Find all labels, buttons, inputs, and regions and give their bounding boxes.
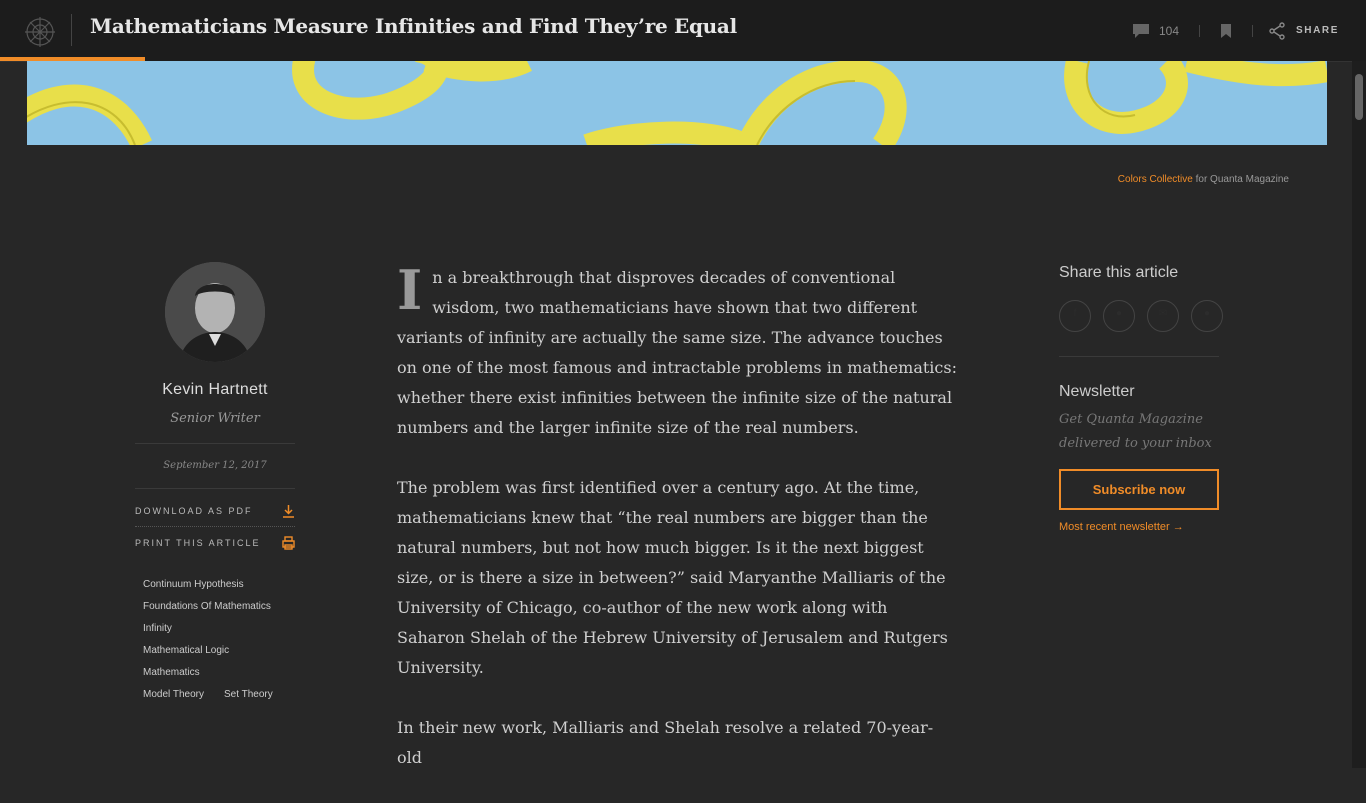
- header-divider: [1199, 25, 1200, 37]
- share-icon[interactable]: [1268, 22, 1286, 40]
- article-paragraph-text: n a breakthrough that disproves decades …: [397, 268, 957, 437]
- hero-image: [27, 61, 1327, 145]
- tag-link[interactable]: Mathematical Logic: [143, 645, 229, 656]
- link-share-button[interactable]: ●: [1191, 300, 1223, 332]
- twitter-share-button[interactable]: ●: [1103, 300, 1135, 332]
- tag-link[interactable]: Mathematics: [143, 667, 200, 678]
- comment-count[interactable]: 104: [1159, 24, 1179, 38]
- recent-newsletter-link[interactable]: Most recent newsletter →: [1059, 521, 1184, 533]
- article-paragraph: In their new work, Malliaris and Shelah …: [397, 718, 934, 767]
- facebook-share-button[interactable]: f: [1059, 300, 1091, 332]
- download-icon: [283, 505, 294, 518]
- divider: [1059, 356, 1219, 357]
- publish-date: September 12, 2017: [163, 460, 267, 471]
- drop-cap: I: [397, 258, 423, 322]
- twitter-icon: ●: [1115, 308, 1123, 319]
- newsletter-heading: Newsletter: [1059, 383, 1135, 400]
- share-button[interactable]: SHARE: [1296, 25, 1339, 36]
- printer-icon: [282, 536, 295, 550]
- article-body: In a breakthrough that disproves decades…: [397, 263, 957, 803]
- author-name[interactable]: Kevin Hartnett: [135, 381, 295, 399]
- article-paragraph: In a breakthrough that disproves decades…: [397, 263, 957, 443]
- tag-link[interactable]: Continuum Hypothesis: [143, 579, 244, 590]
- image-credit-name[interactable]: Colors Collective: [1118, 174, 1193, 185]
- quanta-logo-icon[interactable]: [22, 14, 58, 50]
- article-paragraph: The problem was first identified over a …: [397, 478, 948, 677]
- download-pdf-link[interactable]: DOWNLOAD AS PDF: [135, 505, 295, 522]
- image-credit: Colors Collective for Quanta Magazine: [1118, 174, 1289, 185]
- print-article-label: PRINT THIS ARTICLE: [135, 538, 261, 548]
- comment-icon[interactable]: [1131, 23, 1151, 39]
- share-heading: Share this article: [1059, 264, 1179, 281]
- facebook-icon: f: [1073, 308, 1077, 319]
- divider: [135, 488, 295, 489]
- logo-divider: [71, 14, 72, 46]
- link-icon: ●: [1203, 308, 1211, 319]
- print-article-link[interactable]: PRINT THIS ARTICLE: [135, 536, 295, 554]
- tag-link[interactable]: Model Theory: [143, 689, 204, 700]
- scrollbar-track[interactable]: [1352, 61, 1366, 768]
- top-bar: Mathematicians Measure Infinities and Fi…: [0, 0, 1366, 62]
- tag-link[interactable]: Set Theory: [224, 689, 273, 700]
- bookmark-icon[interactable]: [1220, 24, 1232, 38]
- email-icon: ✉: [1158, 308, 1168, 319]
- newsletter-description: Get Quanta Magazine delivered to your in…: [1059, 412, 1212, 451]
- header-divider: [1252, 25, 1253, 37]
- tape-measure-illustration: [27, 61, 1327, 145]
- author-photo: [165, 262, 265, 362]
- download-pdf-label: DOWNLOAD AS PDF: [135, 506, 253, 516]
- scrollbar-thumb[interactable]: [1355, 74, 1363, 120]
- author-avatar[interactable]: [165, 262, 265, 362]
- article-title: Mathematicians Measure Infinities and Fi…: [90, 14, 737, 38]
- tag-link[interactable]: Foundations Of Mathematics: [143, 601, 271, 612]
- subscribe-button[interactable]: Subscribe now: [1059, 469, 1219, 510]
- image-credit-suffix: for Quanta Magazine: [1195, 174, 1289, 185]
- tag-link[interactable]: Infinity: [143, 623, 172, 634]
- email-share-button[interactable]: ✉: [1147, 300, 1179, 332]
- author-role: Senior Writer: [170, 411, 260, 426]
- dotted-divider: [135, 526, 295, 527]
- divider: [135, 443, 295, 444]
